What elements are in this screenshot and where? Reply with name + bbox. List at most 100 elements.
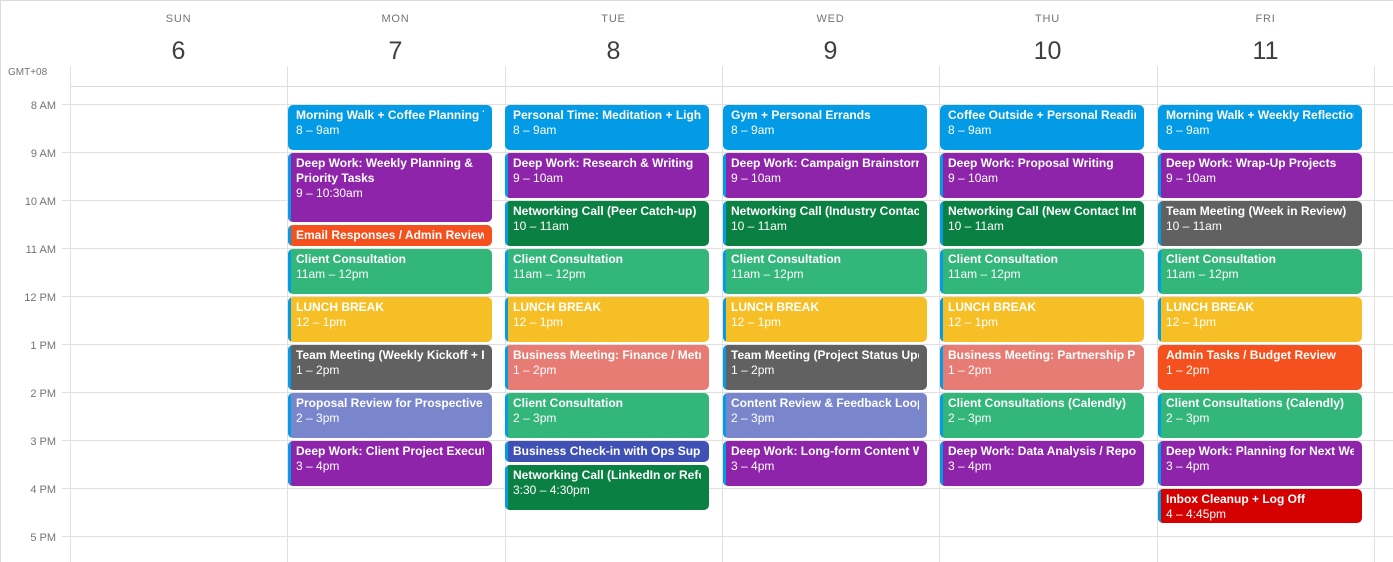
event-time: 11am – 12pm	[513, 267, 586, 281]
event-time: 12 – 1pm	[1166, 315, 1217, 329]
event-title: Email Responses / Admin Review, 10:30am	[296, 228, 484, 242]
calendar-event[interactable]: LUNCH BREAK 12 – 1pm	[940, 297, 1144, 342]
calendar-event[interactable]: Deep Work: Long-form Content Writing 3 –…	[723, 441, 927, 486]
calendar-event[interactable]: Client Consultation 11am – 12pm	[723, 249, 927, 294]
calendar-event[interactable]: Business Meeting: Partnership Planning 1…	[940, 345, 1144, 390]
hour-line	[62, 536, 1393, 537]
event-time: 2 – 3pm	[948, 411, 992, 425]
calendar-event[interactable]: Client Consultation 11am – 12pm	[1158, 249, 1362, 294]
event-title: Inbox Cleanup + Log Off	[1166, 492, 1305, 506]
event-title: Gym + Personal Errands	[731, 108, 871, 122]
event-color-strip	[723, 441, 726, 486]
event-title: Networking Call (Industry Contact)	[731, 204, 919, 218]
event-title: Business Check-in with Ops Support, 3pm	[513, 444, 701, 458]
hour-label: 10 AM	[24, 196, 56, 208]
event-color-strip	[940, 249, 943, 294]
event-color-strip	[1158, 393, 1161, 438]
event-title: Networking Call (Peer Catch-up)	[513, 204, 697, 218]
calendar-event[interactable]: Client Consultations (Calendly) 2 – 3pm	[940, 393, 1144, 438]
calendar-event[interactable]: Business Meeting: Finance / Metrics 1 – …	[505, 345, 709, 390]
event-title: Networking Call (LinkedIn or Referral)	[513, 468, 701, 482]
event-title: Deep Work: Proposal Writing	[948, 156, 1114, 170]
event-title: Deep Work: Client Project Execution	[296, 444, 484, 458]
event-color-strip	[940, 297, 943, 342]
event-time: 1 – 2pm	[731, 363, 775, 377]
day-of-week: WED	[816, 13, 845, 25]
event-color-strip	[505, 345, 508, 390]
event-title: LUNCH BREAK	[296, 300, 384, 314]
calendar-event[interactable]: Admin Tasks / Budget Review 1 – 2pm	[1158, 345, 1362, 390]
day-number[interactable]: 11	[1157, 37, 1374, 66]
calendar-event[interactable]: Deep Work: Proposal Writing 9 – 10am	[940, 153, 1144, 198]
calendar-event[interactable]: Gym + Personal Errands 8 – 9am	[723, 105, 927, 150]
event-color-strip	[940, 441, 943, 486]
event-time: 1 – 2pm	[296, 363, 340, 377]
day-number[interactable]: 9	[722, 37, 939, 66]
calendar-event[interactable]: Deep Work: Weekly Planning & Priority Ta…	[288, 153, 492, 222]
calendar-event[interactable]: Deep Work: Planning for Next Week 3 – 4p…	[1158, 441, 1362, 486]
calendar-event[interactable]: Client Consultation 2 – 3pm	[505, 393, 709, 438]
event-color-strip	[940, 153, 943, 198]
calendar-event[interactable]: Morning Walk + Weekly Reflection 8 – 9am	[1158, 105, 1362, 150]
hour-label: 11 AM	[25, 244, 56, 256]
calendar-event[interactable]: Networking Call (New Contact Intro) 10 –…	[940, 201, 1144, 246]
calendar-event[interactable]: Business Check-in with Ops Support, 3pm	[505, 441, 709, 462]
header-divider	[70, 86, 1393, 87]
calendar-event[interactable]: Proposal Review for Prospective Client 2…	[288, 393, 492, 438]
day-of-week: THU	[1034, 13, 1060, 25]
calendar-event[interactable]: Deep Work: Campaign Brainstorming 9 – 10…	[723, 153, 927, 198]
day-number[interactable]: 8	[505, 37, 722, 66]
calendar-event[interactable]: Networking Call (Industry Contact) 10 – …	[723, 201, 927, 246]
event-title: Deep Work: Long-form Content Writing	[731, 444, 919, 458]
event-time: 8 – 9am	[1166, 123, 1210, 137]
calendar-event[interactable]: Client Consultation 11am – 12pm	[940, 249, 1144, 294]
calendar-event[interactable]: Deep Work: Client Project Execution 3 – …	[288, 441, 492, 486]
event-time: 12 – 1pm	[948, 315, 999, 329]
calendar-event[interactable]: Team Meeting (Project Status Update) 1 –…	[723, 345, 927, 390]
calendar-event[interactable]: LUNCH BREAK 12 – 1pm	[1158, 297, 1362, 342]
event-title: Deep Work: Research & Writing	[513, 156, 694, 170]
calendar-event[interactable]: Client Consultations (Calendly) 2 – 3pm	[1158, 393, 1362, 438]
event-time: 11am – 12pm	[296, 267, 369, 281]
event-time: 1 – 2pm	[1166, 363, 1210, 377]
event-time: 3:30 – 4:30pm	[513, 483, 590, 497]
calendar-event[interactable]: Email Responses / Admin Review, 10:30am	[288, 225, 492, 246]
day-of-week: MON	[381, 13, 410, 25]
hour-label: 3 PM	[30, 436, 56, 448]
calendar-event[interactable]: Deep Work: Research & Writing 9 – 10am	[505, 153, 709, 198]
hour-label: 2 PM	[30, 388, 56, 400]
calendar-event[interactable]: Personal Time: Meditation + Light Readin…	[505, 105, 709, 150]
event-time: 9 – 10am	[731, 171, 782, 185]
event-color-strip	[505, 465, 508, 510]
event-title: Deep Work: Data Analysis / Reporting	[948, 444, 1136, 458]
event-title: Morning Walk + Coffee Planning Time	[296, 108, 484, 122]
calendar-event[interactable]: LUNCH BREAK 12 – 1pm	[723, 297, 927, 342]
calendar-event[interactable]: Inbox Cleanup + Log Off 4 – 4:45pm	[1158, 489, 1362, 523]
calendar-event[interactable]: Networking Call (Peer Catch-up) 10 – 11a…	[505, 201, 709, 246]
day-number[interactable]: 7	[287, 37, 504, 66]
event-title: Client Consultations (Calendly)	[1166, 396, 1345, 410]
calendar-event[interactable]: Networking Call (LinkedIn or Referral) 3…	[505, 465, 709, 510]
event-color-strip	[1158, 249, 1161, 294]
day-number[interactable]: 6	[70, 37, 287, 66]
event-time: 1 – 2pm	[513, 363, 557, 377]
event-color-strip	[505, 201, 508, 246]
event-time: 9 – 10am	[948, 171, 999, 185]
calendar-event[interactable]: Deep Work: Data Analysis / Reporting 3 –…	[940, 441, 1144, 486]
hour-label: 1 PM	[30, 340, 56, 352]
event-title: Client Consultations (Calendly)	[948, 396, 1127, 410]
calendar-event[interactable]: Client Consultation 11am – 12pm	[505, 249, 709, 294]
day-number[interactable]: 10	[939, 37, 1156, 66]
calendar-event[interactable]: Team Meeting (Weekly Kickoff + Review) 1…	[288, 345, 492, 390]
calendar-event[interactable]: Morning Walk + Coffee Planning Time 8 – …	[288, 105, 492, 150]
calendar-event[interactable]: LUNCH BREAK 12 – 1pm	[288, 297, 492, 342]
calendar-event[interactable]: Client Consultation 11am – 12pm	[288, 249, 492, 294]
event-title: Client Consultation	[513, 396, 623, 410]
calendar-event[interactable]: Coffee Outside + Personal Reading 8 – 9a…	[940, 105, 1144, 150]
event-time: 2 – 3pm	[513, 411, 557, 425]
calendar-event[interactable]: Team Meeting (Week in Review) 10 – 11am	[1158, 201, 1362, 246]
calendar-event[interactable]: Deep Work: Wrap-Up Projects 9 – 10am	[1158, 153, 1362, 198]
event-time: 9 – 10am	[1166, 171, 1217, 185]
calendar-event[interactable]: LUNCH BREAK 12 – 1pm	[505, 297, 709, 342]
calendar-event[interactable]: Content Review & Feedback Loop 2 – 3pm	[723, 393, 927, 438]
